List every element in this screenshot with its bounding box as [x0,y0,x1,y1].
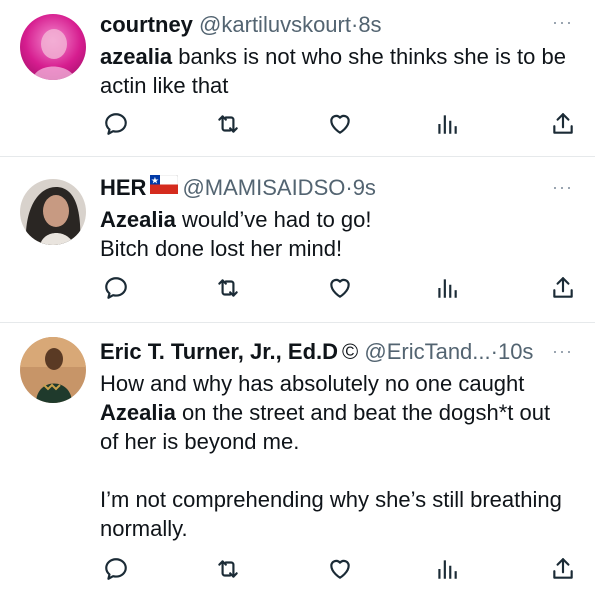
views-icon[interactable] [434,556,460,582]
more-options-icon[interactable]: ··· [552,177,573,197]
tweet-text: azealia banks is not who she thinks she … [100,42,571,100]
tweet-text-line: Bitch done lost her mind! [100,236,343,261]
reply-icon[interactable] [103,111,129,137]
action-bar [100,556,580,584]
action-bar [100,111,580,139]
like-icon[interactable] [327,275,353,301]
tweet-eric[interactable]: Eric T. Turner, Jr., Ed.D © @EricTand...·… [0,323,595,596]
mention-bold: azealia [100,44,173,69]
tweet-text-line: would’ve had to go! [175,207,372,232]
tweet-header: courtney @kartiluvskourt·8s [100,10,575,40]
views-icon[interactable] [434,275,460,301]
avatar[interactable] [20,337,86,403]
tweet-courtney[interactable]: courtney @kartiluvskourt·8s ··· azealia … [0,0,595,157]
retweet-icon[interactable] [215,556,241,582]
separator-dot: · [490,339,498,364]
timestamp[interactable]: 10s [498,339,533,364]
tweet-text-line: How and why has absolutely no one caught [100,371,525,396]
retweet-icon[interactable] [215,111,241,137]
timestamp[interactable]: 9s [353,175,376,200]
tweet-header: Eric T. Turner, Jr., Ed.D © @EricTand...·… [100,337,575,367]
user-handle[interactable]: @EricTand... [364,339,490,364]
share-icon[interactable] [550,111,576,137]
tweet-her[interactable]: HER @MAMISAIDSO·9s ··· Azealia would’ve … [0,157,595,323]
user-handle[interactable]: @kartiluvskourt [199,12,351,37]
separator-dot: · [345,175,353,200]
chile-flag-icon [150,172,179,202]
share-icon[interactable] [550,556,576,582]
display-name[interactable]: Eric T. Turner, Jr., Ed.D [100,339,338,364]
share-icon[interactable] [550,275,576,301]
tweet-text: How and why has absolutely no one caught… [100,369,571,543]
badge-icon: © [342,339,359,364]
retweet-icon[interactable] [215,275,241,301]
views-icon[interactable] [434,111,460,137]
avatar[interactable] [20,14,86,80]
tweet-text: Azealia would’ve had to go! Bitch done l… [100,205,571,263]
avatar[interactable] [20,179,86,245]
mention-bold: Azealia [100,207,176,232]
timestamp[interactable]: 8s [358,12,381,37]
reply-icon[interactable] [103,275,129,301]
tweet-header: HER @MAMISAIDSO·9s [100,173,575,203]
tweet-text-paragraph: I’m not comprehending why she’s still br… [100,487,562,541]
display-name[interactable]: courtney [100,12,193,37]
more-options-icon[interactable]: ··· [552,341,573,361]
user-handle[interactable]: @MAMISAIDSO [182,175,345,200]
display-name[interactable]: HER [100,175,146,200]
like-icon[interactable] [327,111,353,137]
more-options-icon[interactable]: ··· [552,12,573,32]
reply-icon[interactable] [103,556,129,582]
like-icon[interactable] [327,556,353,582]
action-bar [100,275,580,303]
mention-bold: Azealia [100,400,176,425]
